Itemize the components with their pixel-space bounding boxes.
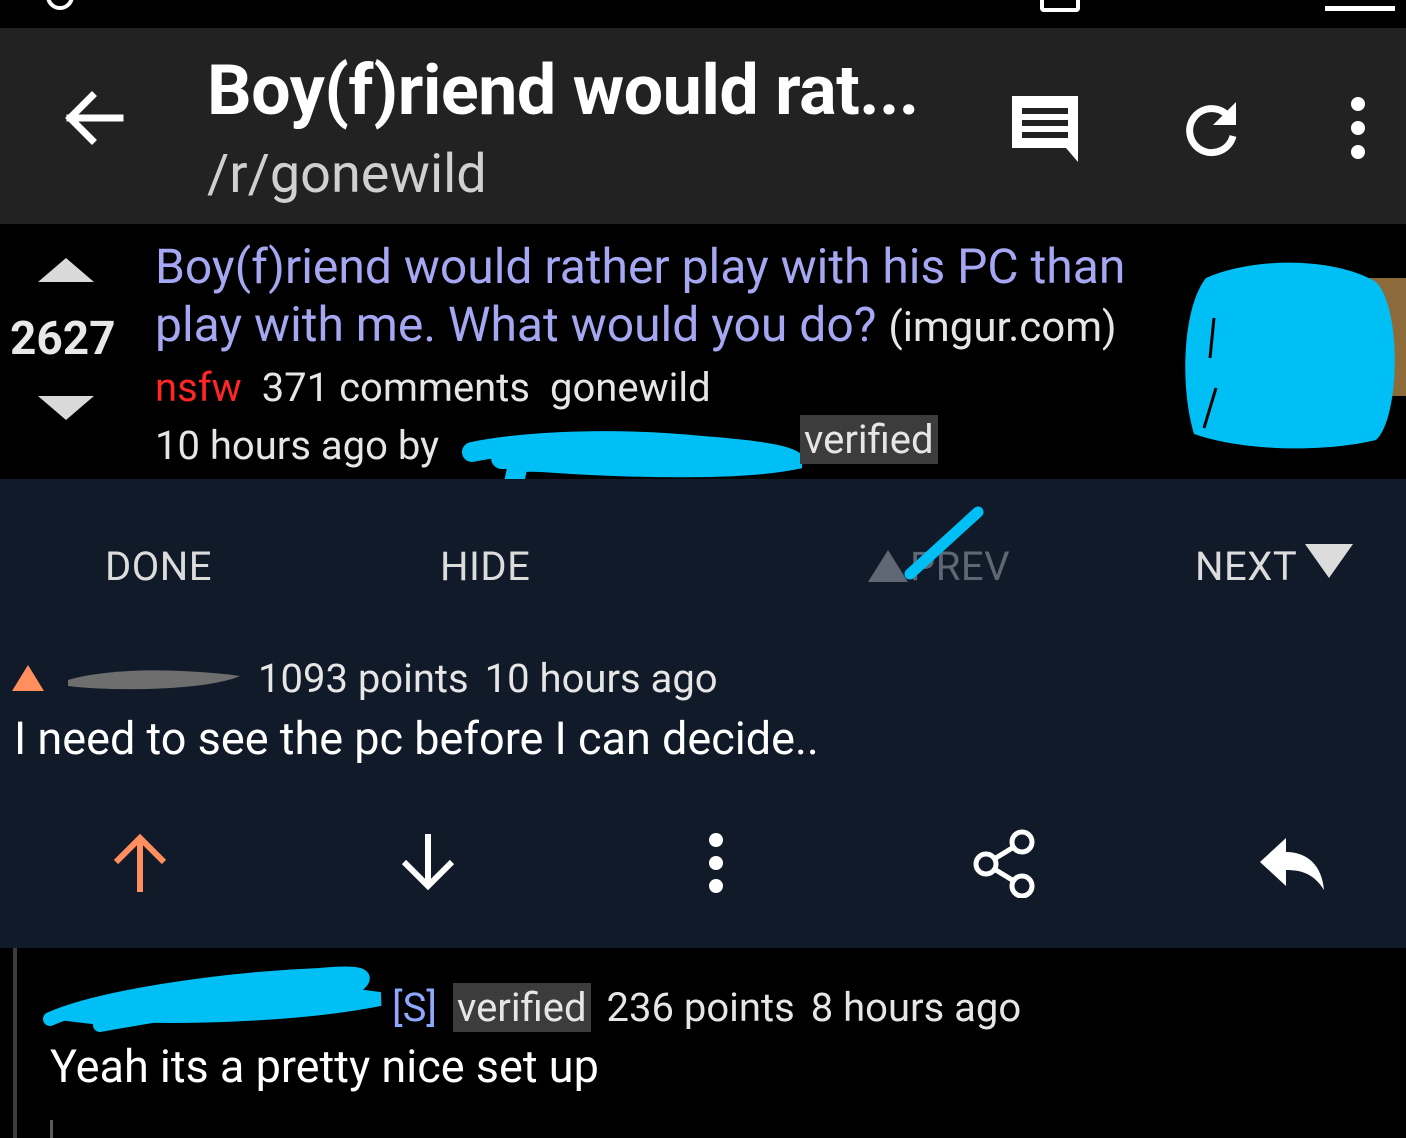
verified-badge: verified bbox=[800, 415, 938, 464]
comment-author-redacted bbox=[43, 966, 382, 1032]
comment-meta: [S] verified 236 points 8 hours ago bbox=[392, 983, 1022, 1032]
upvote-arrow-icon[interactable] bbox=[38, 258, 94, 282]
post-thumbnail[interactable] bbox=[1176, 238, 1406, 454]
comment-meta: 1093 points 10 hours ago bbox=[258, 655, 718, 702]
post-subreddit[interactable]: gonewild bbox=[550, 364, 711, 411]
thread-indent-line bbox=[13, 948, 17, 1138]
strike-scribble bbox=[904, 506, 984, 580]
comment-body: Yeah its a pretty nice set up bbox=[50, 1040, 599, 1093]
downvote-icon[interactable] bbox=[398, 828, 458, 898]
post-domain: (imgur.com) bbox=[888, 303, 1117, 352]
toolbar-subreddit[interactable]: /r/gonewild bbox=[207, 143, 487, 206]
toolbar-title: Boy(f)riend would rat... bbox=[207, 50, 919, 132]
post-meta-line: nsfw 371 comments gonewild bbox=[155, 364, 711, 411]
overflow-menu-icon[interactable] bbox=[1340, 96, 1376, 160]
next-label: NEXT bbox=[1195, 543, 1298, 590]
share-icon[interactable] bbox=[970, 828, 1040, 898]
status-bar bbox=[0, 0, 1406, 28]
signal-icon bbox=[1172, 0, 1224, 10]
vibrate-icon bbox=[1040, 0, 1080, 12]
next-arrow-icon bbox=[1305, 544, 1354, 578]
upvoted-indicator-icon bbox=[12, 665, 44, 691]
post-score: 2627 bbox=[10, 312, 116, 366]
comment-body: I need to see the pc before I can decide… bbox=[14, 712, 819, 765]
comment-points: 1093 points bbox=[258, 655, 469, 702]
comments-icon[interactable] bbox=[1008, 92, 1082, 164]
wifi-icon bbox=[1128, 0, 1148, 10]
more-options-icon[interactable] bbox=[698, 828, 734, 898]
upvote-icon[interactable] bbox=[110, 828, 170, 898]
reply-icon[interactable] bbox=[1256, 828, 1326, 898]
comment-points: 236 points bbox=[606, 984, 795, 1031]
thread-indent-line-2 bbox=[50, 1120, 53, 1138]
next-button[interactable]: NEXT bbox=[1195, 543, 1354, 590]
comment-age: 10 hours ago bbox=[484, 655, 718, 702]
hide-button[interactable]: HIDE bbox=[440, 543, 530, 590]
comment-count[interactable]: 371 comments bbox=[262, 364, 530, 411]
verified-badge: verified bbox=[452, 983, 591, 1032]
arrow-back-icon[interactable] bbox=[60, 85, 126, 151]
post-title[interactable]: Boy(f)riend would rather play with his P… bbox=[155, 238, 1165, 357]
refresh-icon[interactable] bbox=[1180, 98, 1242, 158]
comment-author-redacted bbox=[68, 670, 240, 690]
post-age-line: 10 hours ago by bbox=[155, 422, 439, 469]
alarm-icon bbox=[46, 0, 74, 10]
post-age: 10 hours ago by bbox=[155, 422, 440, 469]
done-button[interactable]: DONE bbox=[105, 543, 212, 590]
signal-icon-2 bbox=[1254, 0, 1288, 10]
submitter-tag: [S] bbox=[392, 984, 437, 1031]
downvote-arrow-icon[interactable] bbox=[38, 396, 94, 420]
comment-age: 8 hours ago bbox=[810, 984, 1022, 1031]
clock-icon bbox=[1325, 0, 1395, 11]
nsfw-label: nsfw bbox=[155, 364, 242, 411]
